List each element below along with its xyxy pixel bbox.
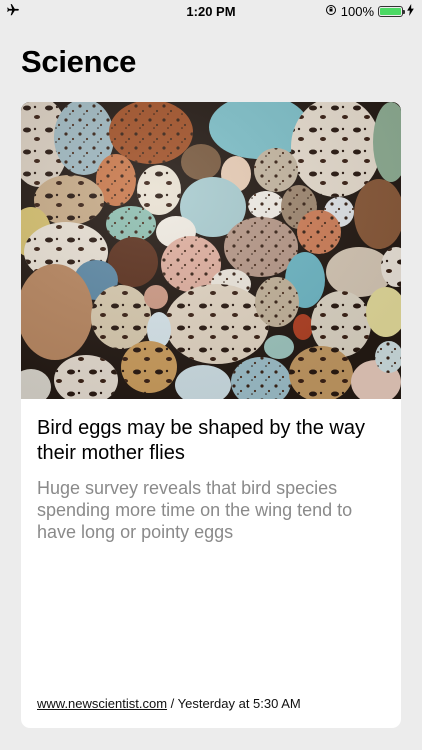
- airplane-icon: [6, 3, 20, 20]
- page-title: Science: [21, 44, 137, 79]
- footer-separator: /: [167, 696, 178, 711]
- article-timestamp: Yesterday at 5:30 AM: [177, 696, 301, 711]
- source-link[interactable]: www.newscientist.com: [37, 696, 167, 711]
- article-headline[interactable]: Bird eggs may be shaped by the way their…: [37, 416, 387, 466]
- status-bar: 1:20 PM 100%: [0, 0, 422, 22]
- battery-icon: [378, 5, 405, 17]
- article-footer: www.newscientist.com / Yesterday at 5:30…: [37, 696, 301, 711]
- article-summary: Huge survey reveals that bird species sp…: [37, 478, 353, 542]
- charging-bolt-icon: [407, 3, 414, 19]
- article-card[interactable]: Bird eggs may be shaped by the way their…: [21, 102, 401, 728]
- article-image: [21, 102, 401, 399]
- orientation-lock-icon: [325, 4, 337, 19]
- battery-percent: 100%: [340, 3, 374, 19]
